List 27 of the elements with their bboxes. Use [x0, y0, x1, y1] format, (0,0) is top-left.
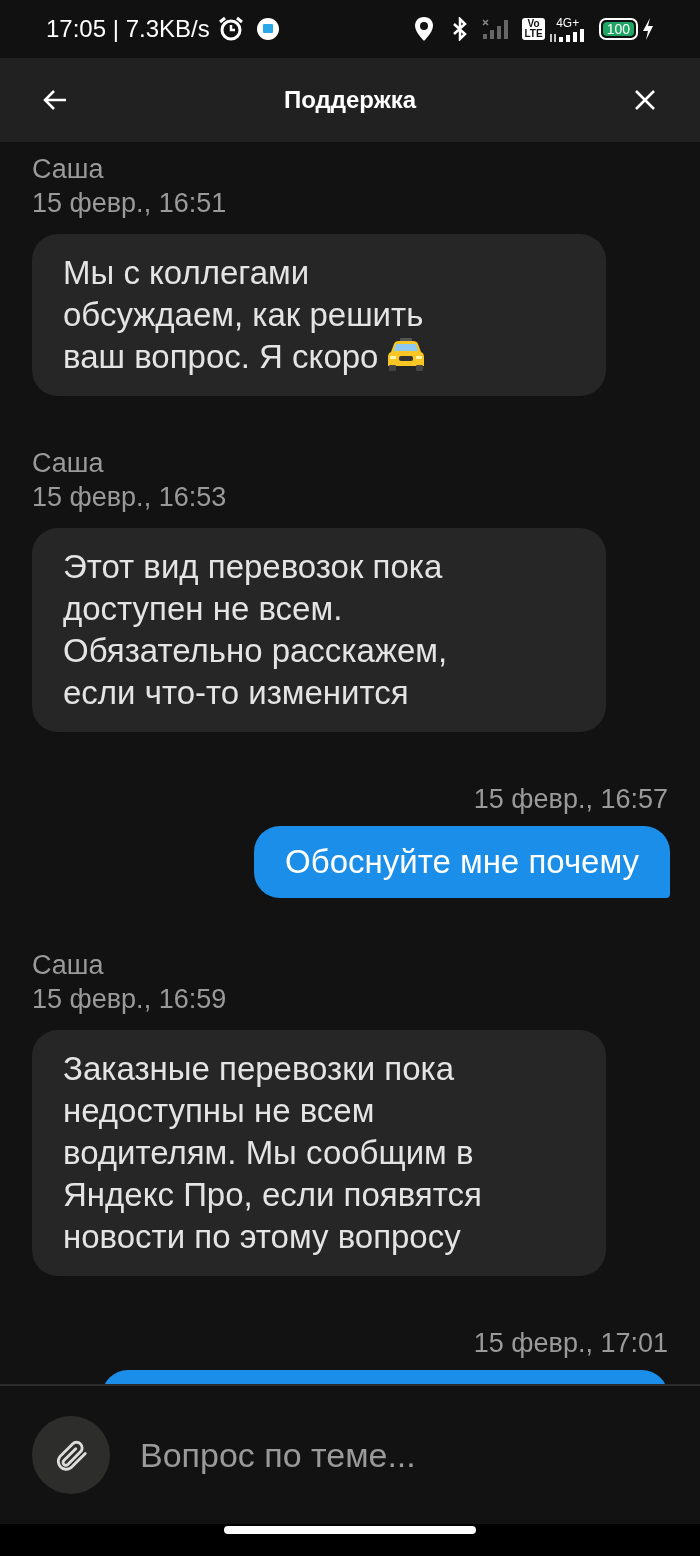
close-icon [634, 89, 656, 111]
cellular-signal-icon [548, 28, 587, 42]
alarm-icon [217, 16, 244, 42]
status-time: 17:05 | 7.3KB/s [46, 14, 210, 44]
sender-name: Саша [32, 447, 105, 480]
message-input[interactable]: Вопрос по теме... [140, 1430, 668, 1480]
outgoing-message: Обоснуйте мне почему [254, 826, 670, 898]
app-notification-icon [255, 17, 280, 41]
message-time: 15 февр., 16:53 [32, 481, 228, 514]
network-type: 4G+ [556, 16, 580, 29]
volte-badge: Vo LTE [522, 18, 545, 40]
incoming-message: Мы с коллегами обсуждаем, как решить ваш вопрос. Я скоро [32, 234, 606, 396]
battery-indicator: 100 [598, 18, 638, 40]
charging-icon [642, 18, 654, 40]
sender-name: Саша [32, 949, 105, 982]
back-arrow-icon [42, 89, 68, 111]
signal-icon [482, 18, 511, 40]
message-time: 15 февр., 17:01 [473, 1327, 668, 1360]
incoming-message: Этот вид перевозок пока доступен не всем. Обязательно расскажем, если что-то изменится [32, 528, 606, 732]
sender-name: Саша [32, 153, 105, 186]
message-time: 15 февр., 16:57 [473, 783, 668, 816]
message-time: 15 февр., 16:51 [32, 187, 228, 220]
taxi-icon [386, 338, 427, 372]
incoming-message: Заказные перевозки пока недоступны не всем водителям. Мы сообщим в Яндекс Про, если появятся новости по этому вопросу [32, 1030, 606, 1276]
message-time: 15 февр., 16:59 [32, 983, 228, 1016]
location-icon [414, 16, 435, 42]
header-title: Поддержка [282, 85, 418, 115]
